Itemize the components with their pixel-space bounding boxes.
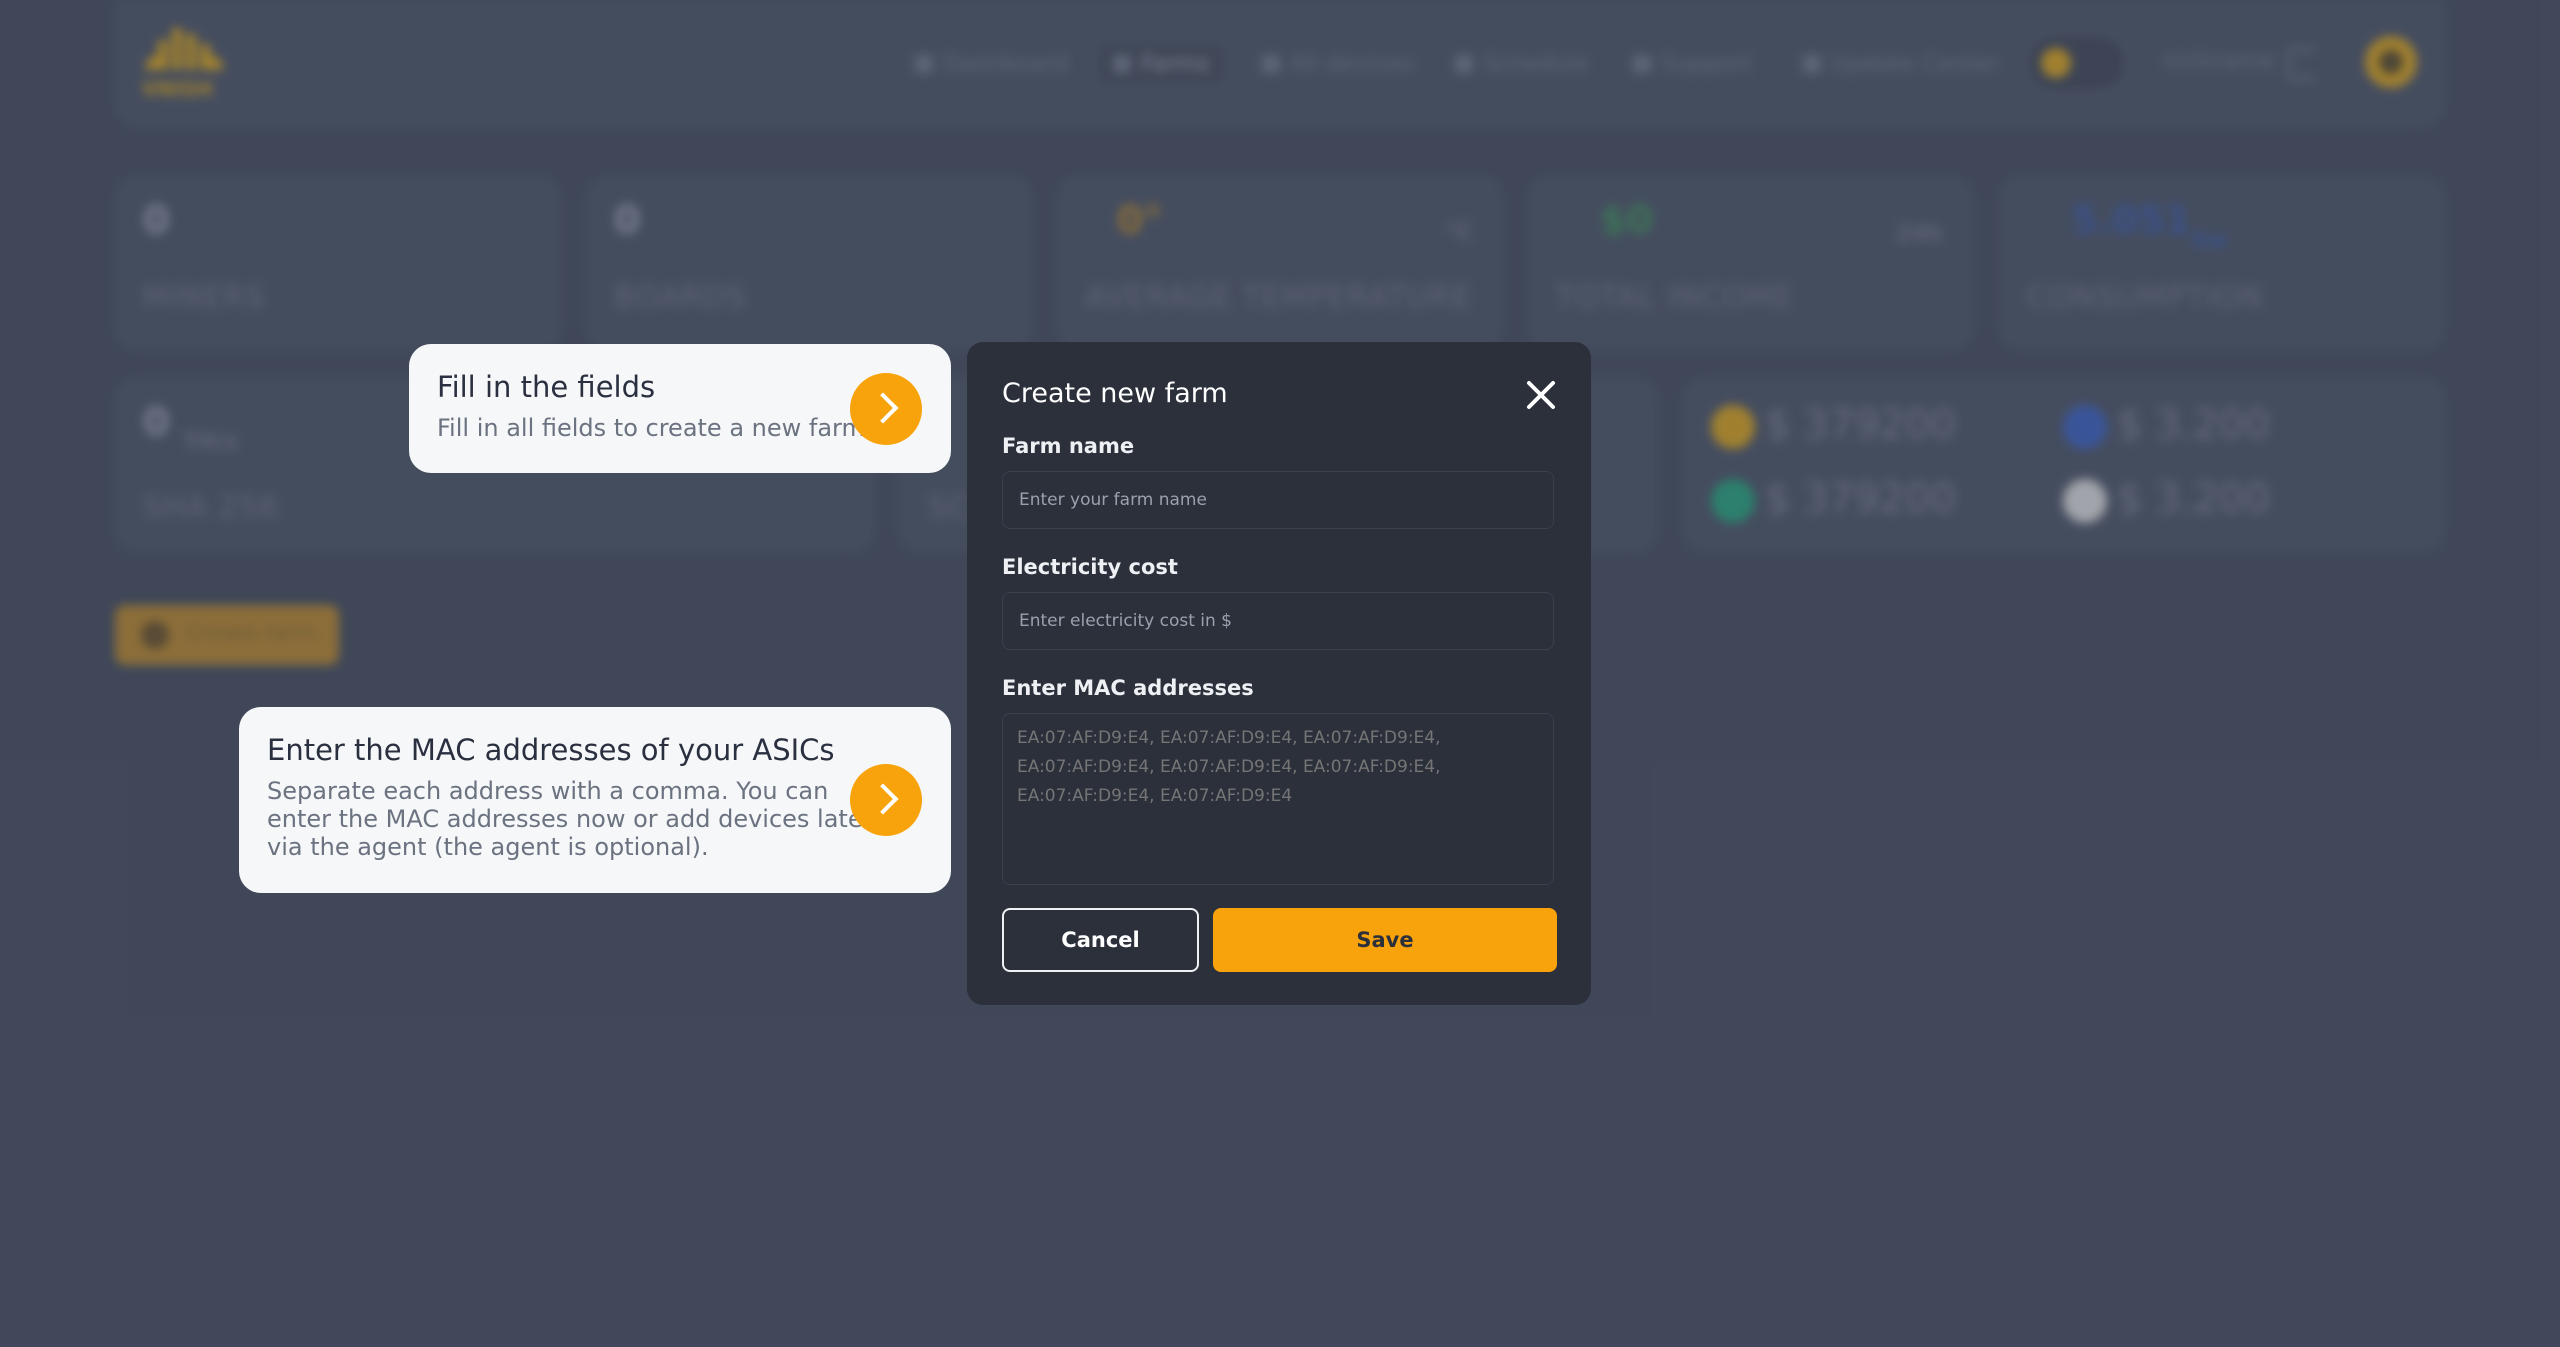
tooltip-next-button[interactable] (850, 764, 922, 836)
tooltip-fill-fields-text: Fill in all fields to create a new farm (437, 414, 865, 442)
save-button[interactable]: Save (1213, 908, 1557, 972)
close-icon[interactable] (1524, 378, 1558, 412)
tooltip-mac-addresses: Enter the MAC addresses of your ASICs Se… (239, 707, 951, 893)
farm-name-input[interactable] (1002, 471, 1554, 529)
tooltip-mac-text-line-3: via the agent (the agent is optional). (267, 833, 709, 861)
create-farm-modal: Create new farm Farm name Electricity co… (967, 342, 1591, 1005)
electricity-cost-label: Electricity cost (1002, 555, 1178, 579)
tooltip-next-button[interactable] (850, 373, 922, 445)
mac-addresses-label: Enter MAC addresses (1002, 676, 1254, 700)
tooltip-mac-text-line-1: Separate each address with a comma. You … (267, 777, 829, 805)
electricity-cost-input[interactable] (1002, 592, 1554, 650)
tooltip-fill-fields: Fill in the fields Fill in all fields to… (409, 344, 951, 473)
cancel-button[interactable]: Cancel (1002, 908, 1199, 972)
tooltip-mac-text-line-2: enter the MAC addresses now or add devic… (267, 805, 873, 833)
mac-addresses-textarea[interactable] (1002, 713, 1554, 885)
tooltip-fill-fields-title: Fill in the fields (437, 370, 656, 404)
modal-title: Create new farm (1002, 378, 1228, 409)
tooltip-mac-title: Enter the MAC addresses of your ASICs (267, 733, 835, 767)
farm-name-label: Farm name (1002, 434, 1135, 458)
